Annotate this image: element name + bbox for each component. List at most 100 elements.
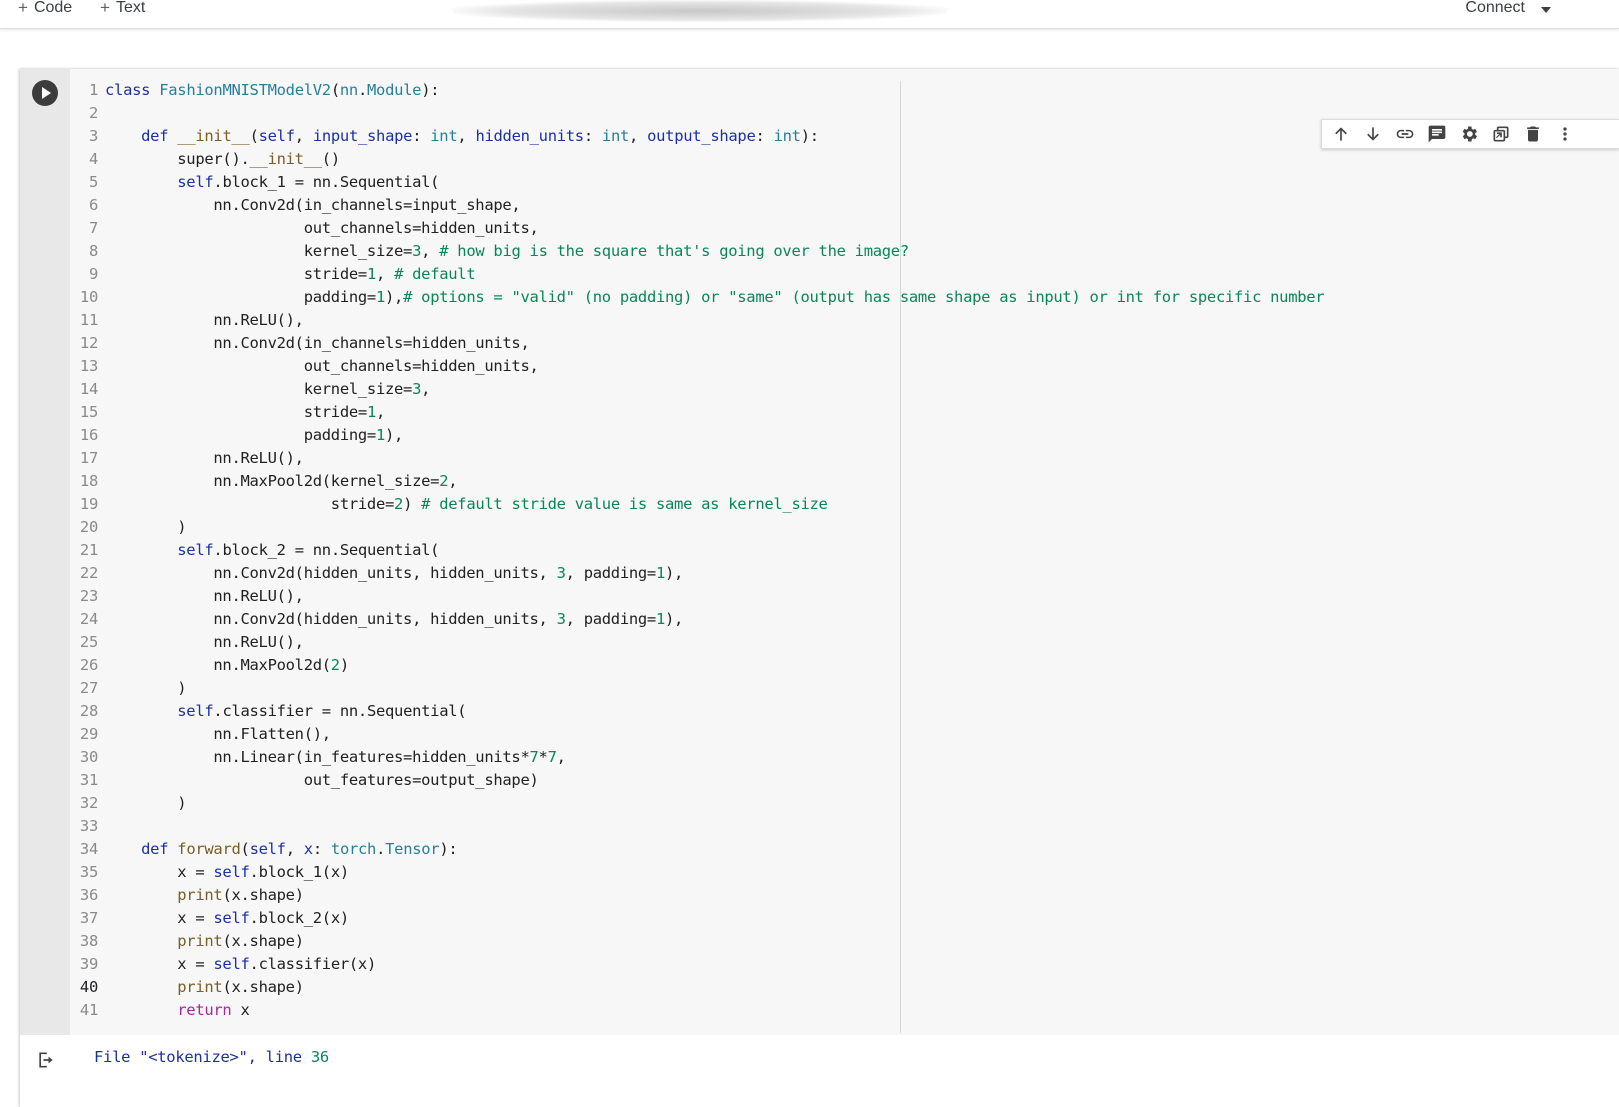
code-line: 16 padding=1), [70, 424, 1324, 447]
code-line: 5 self.block_1 = nn.Sequential( [70, 171, 1324, 194]
line-number: 40 [79, 978, 98, 996]
mirror-cell-button[interactable] [1490, 123, 1512, 145]
more-options-button[interactable] [1554, 123, 1576, 145]
code-line: 9 stride=1, # default [70, 263, 1324, 286]
code-line: 11 nn.ReLU(), [70, 309, 1324, 332]
code-line: 26 nn.MaxPool2d(2) [70, 654, 1324, 677]
notebook-toolbar: + Code + Text Connect [0, 0, 1619, 29]
chevron-down-icon [1541, 6, 1551, 13]
code-editor[interactable]: 1 class FashionMNISTModelV2(nn.Module): 2… [70, 69, 1619, 1035]
line-number: 11 [79, 311, 98, 329]
line-number: 16 [79, 426, 98, 444]
arrow-down-icon [1367, 127, 1379, 141]
line-number: 18 [79, 472, 98, 490]
code-line: 2 [70, 102, 1324, 125]
code-line: 25 nn.ReLU(), [70, 631, 1324, 654]
plus-icon: + [100, 0, 110, 17]
line-number: 8 [88, 242, 98, 260]
add-code-cell-button[interactable]: + Code [18, 0, 72, 18]
code-line: 14 kernel_size=3, [70, 378, 1324, 401]
plus-icon: + [18, 0, 28, 17]
line-number: 28 [79, 702, 98, 720]
line-number: 4 [88, 150, 98, 168]
move-cell-up-button[interactable] [1330, 123, 1352, 145]
add-text-label: Text [115, 0, 146, 16]
code-line: 32 ) [70, 792, 1324, 815]
code-line: 27 ) [70, 677, 1324, 700]
code-line: 15 stride=1, [70, 401, 1324, 424]
connect-label: Connect [1465, 0, 1525, 16]
add-comment-button[interactable] [1426, 123, 1448, 145]
code-line: 21 self.block_2 = nn.Sequential( [70, 539, 1324, 562]
line-number: 12 [79, 334, 98, 352]
link-icon [1396, 129, 1414, 139]
line-number: 10 [79, 288, 98, 306]
line-number: 9 [88, 265, 98, 283]
line-number: 17 [79, 449, 98, 467]
line-number: 39 [79, 955, 98, 973]
code-line: 13 out_channels=hidden_units, [70, 355, 1324, 378]
code-line: 31 out_features=output_shape) [70, 769, 1324, 792]
code-line: 28 self.classifier = nn.Sequential( [70, 700, 1324, 723]
code-line: 34 def forward(self, x: torch.Tensor): [70, 838, 1324, 861]
cell-gutter [20, 69, 70, 1035]
line-number: 35 [79, 863, 98, 881]
code-line: 6 nn.Conv2d(in_channels=input_shape, [70, 194, 1324, 217]
add-code-label: Code [33, 0, 73, 16]
run-cell-button[interactable] [32, 80, 58, 106]
line-number: 33 [79, 817, 98, 835]
file-name: "<tokenize>" [139, 1048, 248, 1066]
line-number: 6 [88, 196, 98, 214]
open-in-tab-icon [1493, 126, 1509, 142]
code-line: 12 nn.Conv2d(in_channels=hidden_units, [70, 332, 1324, 355]
more-vert-icon [1563, 127, 1567, 141]
play-icon [42, 87, 51, 99]
traceback-line: File "<tokenize>", line 36 [94, 1048, 329, 1066]
code-line: 37 x = self.block_2(x) [70, 907, 1324, 930]
line-number: 2 [88, 104, 98, 122]
code-line: 22 nn.Conv2d(hidden_units, hidden_units,… [70, 562, 1324, 585]
cell-output: File "<tokenize>", line 36 [20, 1035, 1619, 1107]
line-number: 21 [79, 541, 98, 559]
line-number: 1 [88, 81, 98, 99]
line-number: 26 [79, 656, 98, 674]
code-line: 17 nn.ReLU(), [70, 447, 1324, 470]
connect-button[interactable]: Connect [1459, 0, 1557, 18]
output-clear-icon[interactable] [36, 1050, 56, 1070]
line-number: 23 [79, 587, 98, 605]
trash-icon [1527, 126, 1539, 142]
cell-settings-button[interactable] [1458, 123, 1480, 145]
line-number: 24 [79, 610, 98, 628]
line-number: 27 [79, 679, 98, 697]
code-line: 7 out_channels=hidden_units, [70, 217, 1324, 240]
code-lines: 1 class FashionMNISTModelV2(nn.Module): 2… [70, 79, 1325, 1022]
copy-link-button[interactable] [1394, 123, 1416, 145]
code-line: 30 nn.Linear(in_features=hidden_units*7*… [70, 746, 1324, 769]
line-number: 36 [79, 886, 98, 904]
code-cell[interactable]: 1 class FashionMNISTModelV2(nn.Module): 2… [20, 69, 1619, 1107]
line-number: 31 [79, 771, 98, 789]
line-number: 19 [79, 495, 98, 513]
line-number-value: 36 [310, 1048, 329, 1066]
delete-cell-button[interactable] [1522, 123, 1544, 145]
code-line: 39 x = self.classifier(x) [70, 953, 1324, 976]
arrow-up-icon [1335, 127, 1347, 141]
line-number: 3 [88, 127, 98, 145]
code-line: 18 nn.MaxPool2d(kernel_size=2, [70, 470, 1324, 493]
line-number: 25 [79, 633, 98, 651]
gear-icon [1462, 126, 1477, 142]
code-line: 8 kernel_size=3, # how big is the square… [70, 240, 1324, 263]
add-text-cell-button[interactable]: + Text [100, 0, 145, 18]
line-number: 30 [79, 748, 98, 766]
code-line: 35 x = self.block_1(x) [70, 861, 1324, 884]
code-line: 29 nn.Flatten(), [70, 723, 1324, 746]
line-number: 37 [79, 909, 98, 927]
file-label: File [94, 1048, 131, 1066]
move-cell-down-button[interactable] [1362, 123, 1384, 145]
line-number: 7 [88, 219, 98, 237]
line-number: 22 [79, 564, 98, 582]
line-number: 32 [79, 794, 98, 812]
line-number: 13 [79, 357, 98, 375]
code-line: 10 padding=1),# options = "valid" (no pa… [70, 286, 1325, 309]
code-line: 41 return x [70, 999, 1324, 1022]
